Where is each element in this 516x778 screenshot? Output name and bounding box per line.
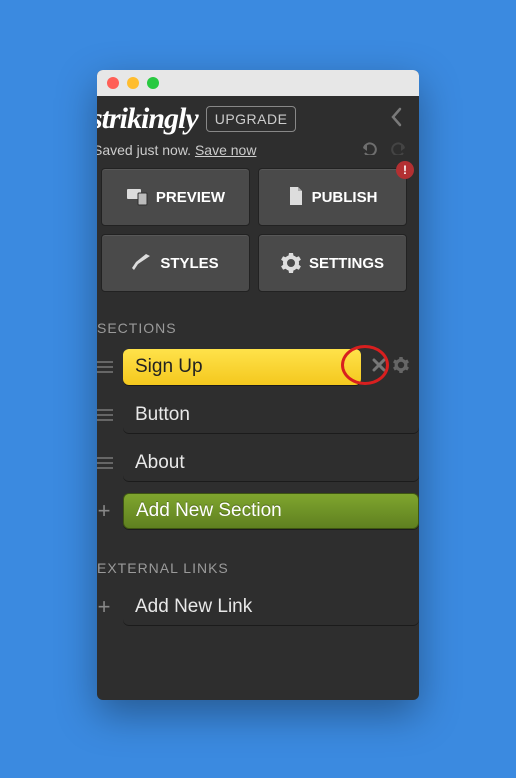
- redo-icon: [389, 141, 409, 158]
- main-actions: PREVIEW PUBLISH ! STYLES SETTINGS: [97, 168, 419, 292]
- upgrade-button[interactable]: UPGRADE: [206, 106, 297, 132]
- styles-button[interactable]: STYLES: [101, 234, 250, 292]
- add-section-row[interactable]: + Add New Section: [97, 490, 419, 532]
- window-minimize-icon[interactable]: [127, 77, 139, 89]
- add-section-button[interactable]: Add New Section: [123, 493, 419, 529]
- section-label: About: [135, 452, 185, 474]
- section-label: Sign Up: [135, 356, 203, 378]
- brush-icon: [132, 254, 152, 272]
- styles-label: STYLES: [160, 255, 218, 272]
- window-close-icon[interactable]: [107, 77, 119, 89]
- add-link-label: Add New Link: [135, 596, 252, 618]
- preview-button[interactable]: PREVIEW: [101, 168, 250, 226]
- sections-heading: SECTIONS: [97, 320, 419, 336]
- undo-icon[interactable]: [359, 141, 379, 158]
- document-icon: [288, 187, 304, 207]
- window-zoom-icon[interactable]: [147, 77, 159, 89]
- publish-label: PUBLISH: [312, 189, 378, 206]
- save-status-row: Saved just now. Save now: [97, 141, 419, 168]
- save-now-link[interactable]: Save now: [195, 142, 256, 158]
- section-item-button[interactable]: Button: [97, 394, 419, 436]
- settings-button[interactable]: SETTINGS: [258, 234, 407, 292]
- section-pill-active[interactable]: Sign Up: [123, 349, 361, 385]
- back-button[interactable]: [389, 107, 403, 132]
- drag-handle-icon[interactable]: [97, 361, 113, 373]
- close-icon[interactable]: [371, 357, 387, 378]
- section-item-about[interactable]: About: [97, 442, 419, 484]
- drag-handle-icon[interactable]: [97, 457, 113, 469]
- devices-icon: [126, 188, 148, 206]
- sections-list: Sign Up Button About: [97, 346, 419, 532]
- section-label: Button: [135, 404, 190, 426]
- section-pill[interactable]: Button: [123, 397, 419, 433]
- settings-label: SETTINGS: [309, 255, 384, 272]
- plus-icon: +: [97, 594, 113, 620]
- window-titlebar: [97, 70, 419, 96]
- app-header: strikingly UPGRADE: [97, 96, 419, 141]
- preview-label: PREVIEW: [156, 189, 225, 206]
- section-item-signup[interactable]: Sign Up: [97, 346, 419, 388]
- gear-icon[interactable]: [393, 357, 409, 378]
- drag-handle-icon[interactable]: [97, 409, 113, 421]
- plus-icon: +: [97, 498, 113, 524]
- section-pill[interactable]: About: [123, 445, 419, 481]
- add-section-label: Add New Section: [136, 500, 282, 522]
- add-link-row[interactable]: + Add New Link: [97, 586, 419, 628]
- add-link-button[interactable]: Add New Link: [123, 589, 419, 625]
- brand-logo: strikingly: [97, 102, 198, 136]
- external-links-heading: EXTERNAL LINKS: [97, 560, 419, 576]
- app-window: strikingly UPGRADE Saved just now. Save …: [97, 70, 419, 700]
- links-list: + Add New Link: [97, 586, 419, 628]
- alert-badge: !: [396, 161, 414, 179]
- publish-button[interactable]: PUBLISH !: [258, 168, 407, 226]
- gear-icon: [281, 253, 301, 273]
- save-status-text: Saved just now.: [97, 142, 191, 158]
